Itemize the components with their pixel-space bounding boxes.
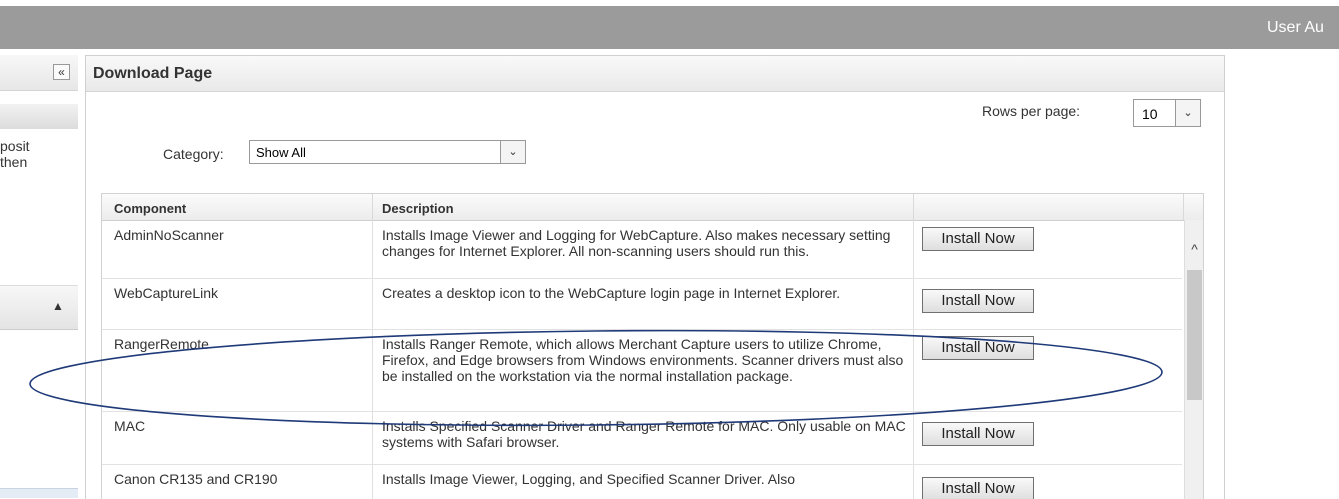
- sidebar-section-toggle[interactable]: ▲: [0, 285, 78, 330]
- component-name: WebCaptureLink: [114, 285, 219, 301]
- category-select[interactable]: Show All ⌄: [249, 140, 526, 164]
- component-description: Installs Specified Scanner Driver and Ra…: [382, 418, 906, 450]
- category-label: Category:: [163, 146, 224, 162]
- sidebar-text: posit then: [0, 138, 30, 170]
- install-now-button[interactable]: Install Now: [922, 289, 1034, 313]
- top-header-bar: User Au: [0, 6, 1339, 49]
- table-row: Canon CR135 and CR190 Installs Image Vie…: [102, 465, 1182, 499]
- chevron-down-icon[interactable]: ⌄: [500, 141, 525, 163]
- sidebar-section-header: [0, 104, 78, 129]
- component-name: RangerRemote: [114, 336, 209, 352]
- collapse-sidebar-icon[interactable]: «: [53, 64, 70, 80]
- table-scrollbar[interactable]: ^: [1184, 220, 1203, 499]
- table-row: MAC Installs Specified Scanner Driver an…: [102, 412, 1182, 465]
- install-now-button[interactable]: Install Now: [922, 336, 1034, 360]
- page-title: Download Page: [93, 65, 213, 82]
- sidebar-text-line1: posit: [0, 138, 30, 154]
- install-now-button[interactable]: Install Now: [922, 422, 1034, 446]
- sidebar-text-line2: then: [0, 154, 28, 170]
- table-row: RangerRemote Installs Ranger Remote, whi…: [102, 330, 1182, 412]
- downloads-table: Component Description AdminNoScanner Ins…: [101, 193, 1204, 499]
- rows-per-page-select[interactable]: 10 ⌄: [1133, 99, 1201, 127]
- scrollbar-thumb[interactable]: [1187, 270, 1202, 400]
- sidebar-bottom-band: [0, 488, 78, 498]
- column-header-component[interactable]: Component: [114, 201, 186, 216]
- column-divider: [913, 194, 914, 220]
- column-divider: [372, 194, 373, 220]
- component-description: Installs Image Viewer, Logging, and Spec…: [382, 471, 795, 487]
- rows-per-page-value: 10: [1142, 106, 1158, 122]
- scroll-up-icon[interactable]: ^: [1185, 240, 1203, 258]
- component-name: Canon CR135 and CR190: [114, 471, 278, 487]
- rows-per-page-label: Rows per page:: [982, 103, 1081, 119]
- panel-header: Download Page: [86, 56, 1224, 92]
- download-panel: Download Page Rows per page: 10 ⌄ Catego…: [85, 55, 1225, 499]
- left-sidebar: « posit then ▲: [0, 55, 78, 498]
- component-description: Creates a desktop icon to the WebCapture…: [382, 285, 841, 301]
- category-value: Show All: [256, 145, 306, 160]
- user-menu-label[interactable]: User Au: [1267, 19, 1324, 37]
- chevron-down-icon[interactable]: ⌄: [1175, 100, 1200, 126]
- install-now-button[interactable]: Install Now: [922, 477, 1034, 499]
- component-description: Installs Ranger Remote, which allows Mer…: [382, 336, 904, 384]
- table-header: Component Description: [102, 194, 1203, 221]
- component-description: Installs Image Viewer and Logging for We…: [382, 227, 891, 259]
- component-name: MAC: [114, 418, 146, 434]
- table-row: WebCaptureLink Creates a desktop icon to…: [102, 279, 1182, 330]
- component-name: AdminNoScanner: [114, 227, 224, 243]
- install-now-button[interactable]: Install Now: [922, 227, 1034, 251]
- column-header-description[interactable]: Description: [382, 201, 454, 216]
- sidebar-header: «: [0, 55, 78, 91]
- column-divider: [1183, 194, 1184, 220]
- expand-up-icon[interactable]: ▲: [52, 299, 64, 313]
- table-row: AdminNoScanner Installs Image Viewer and…: [102, 221, 1182, 279]
